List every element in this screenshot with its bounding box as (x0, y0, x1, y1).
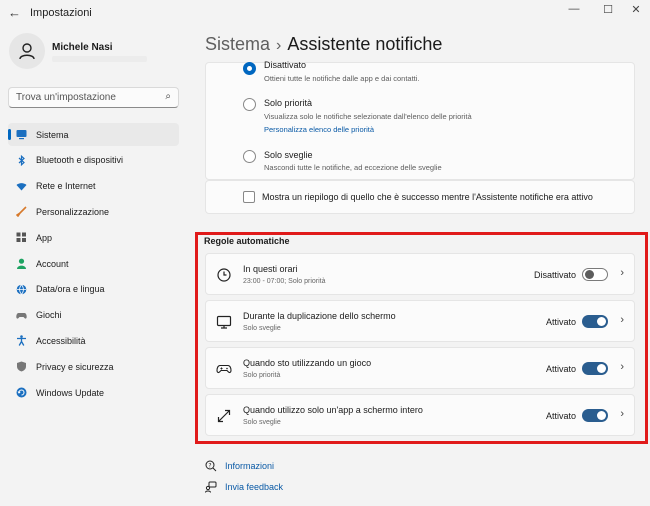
sidebar-item-rete-e-internet[interactable]: Rete e Internet (8, 175, 179, 198)
search-placeholder: Trova un'impostazione (16, 92, 116, 103)
sidebar-item-label: Personalizzazione (36, 206, 110, 217)
radio-solo-sveglie[interactable] (243, 150, 256, 163)
apps-icon (16, 232, 27, 243)
sidebar-item-label: Sistema (36, 129, 69, 140)
sidebar-item-account[interactable]: Account (8, 252, 179, 275)
person-icon (19, 43, 35, 60)
sidebar-item-app[interactable]: App (8, 226, 179, 249)
radio-disattivato[interactable] (243, 62, 256, 75)
sidebar-item-accessibilit[interactable]: Accessibilità (8, 329, 179, 352)
wifi-icon (16, 181, 27, 192)
minimize-icon[interactable]: — (566, 3, 582, 15)
accessibility-icon (16, 335, 27, 347)
feedback-link[interactable]: Invia feedback (205, 481, 283, 493)
back-arrow-icon[interactable]: ← (8, 5, 21, 20)
window-title: Impostazioni (30, 7, 92, 19)
update-icon (16, 387, 27, 398)
sidebar-item-bluetooth-e-dispositivi[interactable]: Bluetooth e dispositivi (8, 149, 179, 172)
option-title: Solo priorità (264, 98, 313, 108)
avatar[interactable] (9, 33, 45, 69)
maximize-icon[interactable]: ☐ (600, 3, 616, 16)
search-icon: ⌕ (165, 91, 171, 102)
info-link[interactable]: ? Informazioni (205, 460, 274, 472)
feedback-icon (205, 481, 217, 493)
sidebar-item-data-ora-e-lingua[interactable]: Data/ora e lingua (8, 278, 179, 301)
sidebar-item-windows-update[interactable]: Windows Update (8, 381, 179, 404)
sidebar-item-label: Accessibilità (36, 335, 86, 346)
breadcrumb-parent[interactable]: Sistema (205, 34, 270, 54)
feedback-link-label: Invia feedback (225, 482, 284, 492)
user-name: Michele Nasi (52, 42, 113, 53)
sidebar-item-sistema[interactable]: Sistema (8, 123, 179, 146)
radio-solo-priorita[interactable] (243, 98, 256, 111)
summary-label: Mostra un riepilogo di quello che è succ… (262, 192, 593, 202)
title-bar: ← Impostazioni — ☐ ✕ (0, 0, 650, 26)
gamepad-icon (16, 310, 27, 321)
monitor-icon (16, 129, 27, 140)
customize-priority-link[interactable]: Personalizza elenco delle priorità (264, 125, 374, 134)
info-link-label: Informazioni (225, 461, 275, 471)
sidebar-item-label: Account (36, 258, 69, 269)
red-highlight-box (195, 232, 648, 444)
breadcrumb: Sistema › Assistente notifiche (205, 34, 442, 55)
search-input[interactable]: Trova un'impostazione ⌕ (8, 87, 179, 108)
shield-icon (16, 361, 27, 372)
sidebar-item-label: App (36, 232, 53, 243)
option-title: Solo sveglie (264, 150, 313, 160)
user-email-redacted (52, 56, 147, 62)
option-desc: Nascondi tutte le notifiche, ad eccezion… (264, 163, 442, 172)
summary-checkbox[interactable] (243, 191, 255, 203)
option-desc: Visualizza solo le notifiche selezionate… (264, 112, 472, 121)
sidebar-item-label: Rete e Internet (36, 181, 96, 192)
person-icon (16, 258, 27, 269)
svg-text:?: ? (208, 462, 211, 469)
option-title: Disattivato (264, 60, 307, 70)
breadcrumb-separator: › (276, 37, 282, 54)
sidebar-item-label: Giochi (36, 310, 62, 321)
close-icon[interactable]: ✕ (628, 3, 644, 16)
option-desc: Ottieni tutte le notifiche dalle app e d… (264, 74, 420, 83)
sidebar-item-label: Windows Update (36, 387, 105, 398)
sidebar-item-giochi[interactable]: Giochi (8, 304, 179, 327)
sidebar-item-personalizzazione[interactable]: Personalizzazione (8, 200, 179, 223)
globe-icon (16, 284, 27, 295)
page-title: Assistente notifiche (287, 34, 443, 54)
sidebar-item-label: Data/ora e lingua (36, 284, 105, 295)
sidebar-item-label: Privacy e sicurezza (36, 361, 114, 372)
sidebar-item-privacy-e-sicurezza[interactable]: Privacy e sicurezza (8, 355, 179, 378)
brush-icon (16, 206, 27, 218)
selected-indicator (8, 129, 11, 140)
summary-card: Mostra un riepilogo di quello che è succ… (205, 180, 635, 214)
help-icon: ? (205, 460, 217, 472)
bluetooth-icon (16, 154, 27, 166)
sidebar-item-label: Bluetooth e dispositivi (36, 155, 124, 166)
mode-options-card: Disattivato Ottieni tutte le notifiche d… (205, 60, 635, 180)
